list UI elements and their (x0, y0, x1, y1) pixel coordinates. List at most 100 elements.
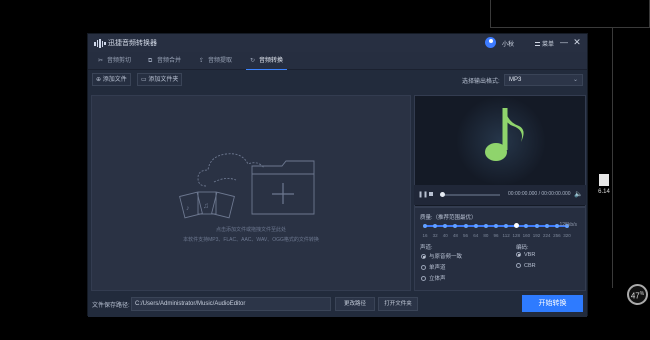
progress-badge[interactable]: 47% (627, 284, 648, 305)
output-format-select[interactable]: MP3 ⌄ (504, 74, 583, 86)
close-button[interactable]: ✕ (573, 37, 581, 48)
play-pause-icon[interactable]: ❚❚ (418, 191, 428, 198)
menu-button[interactable]: 菜单 (535, 39, 554, 48)
start-convert-button[interactable]: 开始转换 (522, 295, 583, 312)
bitrate-tick-label: 320 (563, 233, 571, 238)
desktop-window-frame-side (612, 28, 650, 288)
supported-formats: 本软件支持MP3、FLAC、AAC、WAV、OGG格式的文件转换 (183, 237, 319, 243)
channel-option-label: 与原音频一致 (429, 254, 463, 260)
bitrate-tick-label: 96 (493, 233, 499, 238)
title-bar: 迅捷音频转换器 小秋 菜单 — ✕ (88, 34, 587, 52)
bitrate-tick-label: 224 (542, 233, 551, 238)
bitrate-stop-256[interactable] (554, 223, 559, 228)
open-folder-button[interactable]: 打开文件夹 (378, 297, 418, 311)
bitrate-stop-16[interactable] (423, 223, 427, 228)
encoding-option-label: CBR (524, 263, 536, 269)
bitrate-stop-192[interactable] (534, 223, 539, 228)
bitrate-tick-label: 40 (442, 233, 448, 238)
svg-text:♫: ♫ (203, 201, 209, 210)
save-path-label: 文件保存路径: (92, 303, 130, 309)
radio-icon (421, 276, 426, 282)
bitrate-stop-64[interactable] (473, 223, 478, 228)
bitrate-stop-80[interactable] (483, 223, 488, 228)
encoding-option-vbr[interactable]: VBR (516, 252, 535, 258)
drop-hint: 点击添加文件或拖拽文件至此处 (215, 227, 286, 233)
app-window: 迅捷音频转换器 小秋 菜单 — ✕ ✂ 音频剪切 ⧉ 音频合并 ⇪ 音频提取 ↻ 音频转… (87, 33, 588, 317)
seek-bar[interactable] (440, 194, 500, 196)
encoding-option-label: VBR (524, 252, 536, 258)
bitrate-stop-224[interactable] (544, 223, 549, 228)
hamburger-icon (535, 42, 540, 47)
quality-label: 质量:（推荐范围最优） (420, 215, 477, 221)
bitrate-tick-label: 16 (422, 233, 428, 238)
toolbar: ⊕ 添加文件 ▭ 添加文件夹 选择输出格式: MP3 ⌄ (88, 71, 587, 89)
music-note-icon (456, 96, 546, 186)
bitrate-tick-label: 256 (553, 233, 561, 238)
tab-label: 音频剪切 (107, 58, 132, 64)
format-value: MP3 (509, 77, 522, 83)
bitrate-stop-56[interactable] (463, 223, 468, 228)
tab-label: 音频转换 (259, 58, 284, 64)
encoding-label: 编码: (516, 245, 529, 251)
upload-illustration-icon: ♪ ♫ (179, 153, 315, 219)
folder-icon: ▭ (141, 77, 147, 83)
channel-option-original[interactable]: 与原音频一致 (421, 252, 462, 260)
bitrate-tick-label: 80 (483, 233, 489, 238)
add-file-label: 添加文件 (102, 77, 127, 83)
radio-icon (516, 263, 521, 269)
tab-audio-cut[interactable]: ✂ 音频剪切 (94, 52, 135, 70)
add-folder-label: 添加文件夹 (148, 77, 179, 83)
bitrate-tick-label: 48 (452, 233, 458, 238)
channel-label: 声道: (420, 245, 433, 251)
bitrate-tick-label: 192 (532, 233, 541, 238)
add-file-button[interactable]: ⊕ 添加文件 (92, 73, 131, 86)
bitrate-stop-96[interactable] (494, 223, 498, 228)
username[interactable]: 小秋 (502, 39, 514, 48)
add-folder-button[interactable]: ▭ 添加文件夹 (137, 73, 183, 86)
convert-icon: ↻ (250, 58, 256, 64)
chevron-down-icon: ⌄ (572, 77, 578, 83)
stop-icon[interactable] (429, 192, 433, 196)
format-label: 选择输出格式: (462, 79, 500, 85)
user-avatar-icon[interactable] (485, 37, 496, 48)
desktop-file[interactable]: 6.14 (594, 174, 614, 195)
bitrate-tick-label: 64 (473, 233, 479, 238)
waveform-logo-icon (94, 39, 106, 48)
bitrate-tick-label: 56 (463, 233, 469, 238)
channel-option-mono[interactable]: 单声道 (421, 263, 446, 271)
bitrate-stop-112[interactable] (504, 223, 509, 228)
desktop-window-frame (490, 0, 650, 28)
conversion-settings: 质量:（推荐范围最优） 16 32 40 48 56 64 80 96 112 128 160 192… (414, 207, 586, 291)
encoding-option-cbr[interactable]: CBR (516, 263, 536, 269)
radio-selected-icon (421, 254, 426, 260)
seek-handle[interactable] (440, 192, 445, 197)
desktop: 6.14 47% 迅捷音频转换器 小秋 菜单 — ✕ ✂ 音频剪切 ⧉ 音频合并 ⇪… (0, 0, 650, 340)
menu-label: 菜单 (542, 42, 555, 48)
minimize-button[interactable]: — (560, 38, 568, 47)
tab-label: 音频合并 (157, 58, 182, 64)
tab-audio-merge[interactable]: ⧉ 音频合并 (144, 52, 185, 70)
volume-icon[interactable]: 🔈 (574, 190, 583, 198)
tab-bar: ✂ 音频剪切 ⧉ 音频合并 ⇪ 音频提取 ↻ 音频转换 (88, 52, 587, 70)
change-path-button[interactable]: 更改路径 (335, 297, 375, 311)
file-drop-area[interactable]: ♪ ♫ 点击添加文件或拖拽文件至此处 本软件支持MP3、FLAC、AAC、WAV… (91, 95, 411, 291)
document-icon (599, 174, 609, 186)
bitrate-stop-40[interactable] (443, 223, 448, 228)
tab-audio-convert[interactable]: ↻ 音频转换 (246, 52, 288, 70)
radio-icon (421, 265, 426, 271)
tab-label: 音频提取 (208, 58, 233, 64)
svg-text:♪: ♪ (186, 205, 190, 212)
tab-audio-extract[interactable]: ⇪ 音频提取 (195, 52, 236, 70)
bottom-bar: 文件保存路径: C:/Users/Administrator/Music/Aud… (88, 292, 587, 317)
save-path-field[interactable]: C:/Users/Administrator/Music/AudioEditor (131, 297, 331, 311)
app-title: 迅捷音频转换器 (108, 40, 157, 47)
bitrate-stop-32[interactable] (433, 223, 438, 228)
bitrate-tick-label: 128 (512, 233, 521, 238)
bitrate-tick-label: 112 (502, 233, 510, 238)
bitrate-tick-label: 32 (432, 233, 438, 238)
desktop-file-label: 6.14 (598, 189, 610, 195)
player-controls: ❚❚ 00:00:00.000 / 00:00:00.000 🔈 (414, 185, 586, 205)
channel-option-stereo[interactable]: 立体声 (421, 274, 446, 282)
bitrate-stop-128[interactable] (514, 223, 520, 228)
progress-badge-value: 47 (630, 291, 640, 301)
